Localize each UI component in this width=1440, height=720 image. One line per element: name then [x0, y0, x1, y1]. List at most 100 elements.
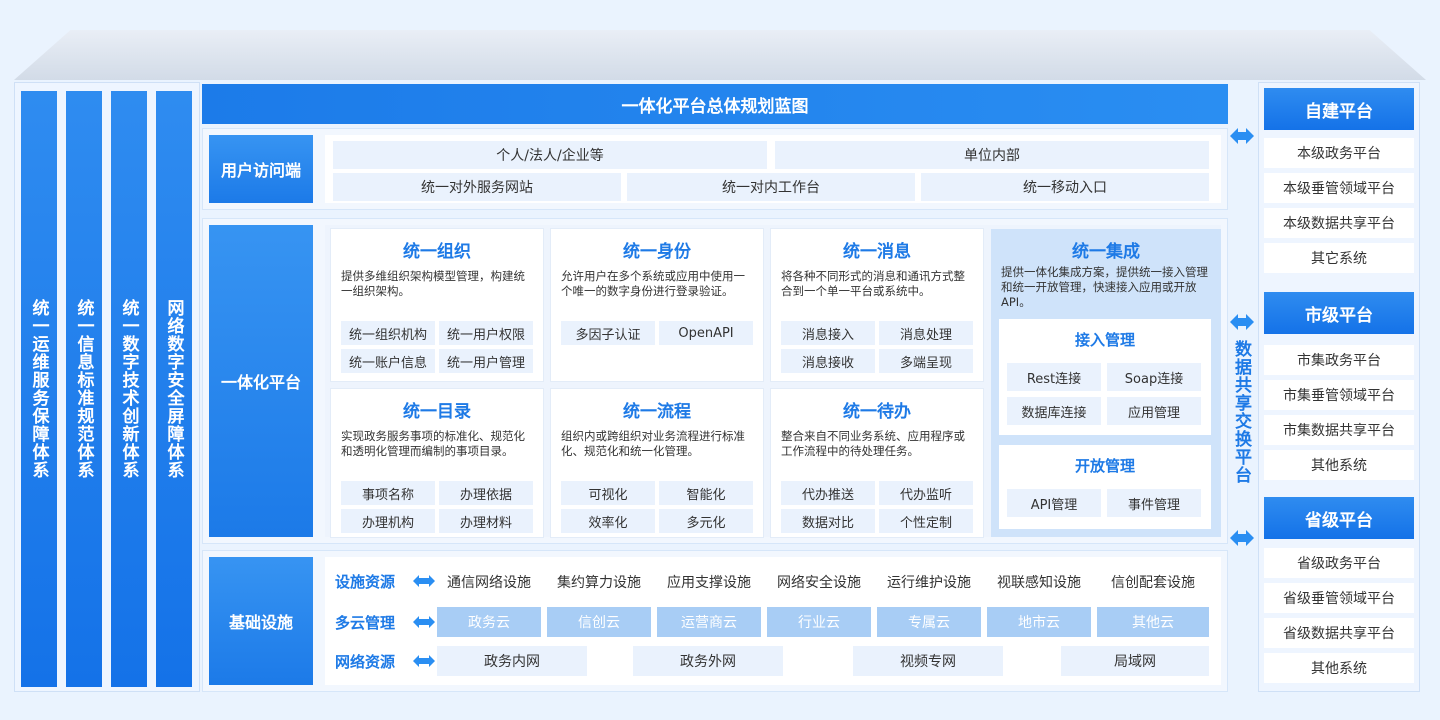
facility-item: 应用支撑设施	[657, 567, 761, 597]
access-management-panel: 接入管理 Rest连接 Soap连接 数据库连接 应用管理	[999, 319, 1211, 435]
chip: 统一用户管理	[439, 349, 533, 373]
integration-desc: 提供一体化集成方案，提供统一接入管理和统一开放管理，快速接入应用或开放API。	[1001, 265, 1208, 309]
network-item: 视频专网	[853, 646, 1003, 676]
chip: 代办监听	[879, 481, 973, 505]
access-bar-website: 统一对外服务网站	[333, 173, 621, 201]
open-management-panel: 开放管理 API管理 事件管理	[999, 445, 1211, 529]
facility-item: 通信网络设施	[437, 567, 541, 597]
city-platform-header: 市级平台	[1264, 292, 1414, 334]
facility-item: 视联感知设施	[987, 567, 1091, 597]
chip: 统一账户信息	[341, 349, 435, 373]
chip: 多端呈现	[879, 349, 973, 373]
card-org-title: 统一组织	[403, 242, 471, 262]
card-identity-title: 统一身份	[623, 242, 691, 262]
chip: 可视化	[561, 481, 655, 505]
platform-label: 一体化平台	[209, 225, 313, 537]
left-pillar-panel: 统一运维服务保障体系 统一信息标准规范体系 统一数字技术创新体系 网络数字安全屏…	[14, 82, 200, 692]
province-item: 省级垂管领域平台	[1264, 583, 1414, 613]
chip: 代办推送	[781, 481, 875, 505]
chip: 智能化	[659, 481, 753, 505]
roof-decoration	[14, 30, 1426, 80]
self-built-platform-header: 自建平台	[1264, 88, 1414, 130]
access-management-title: 接入管理	[1074, 331, 1135, 349]
chip: Rest连接	[1007, 363, 1101, 391]
chip: OpenAPI	[659, 321, 753, 345]
card-todo: 统一待办 整合来自不同业务系统、应用程序或工作流程中的待处理任务。 代办推送 代…	[771, 389, 983, 537]
chip: 多元化	[659, 509, 753, 533]
chip: API管理	[1007, 489, 1101, 517]
card-todo-desc: 整合来自不同业务系统、应用程序或工作流程中的待处理任务。	[781, 429, 965, 458]
card-process: 统一流程 组织内或跨组织对业务流程进行标准化、规范化和统一化管理。 可视化 智能…	[551, 389, 763, 537]
integration-title: 统一集成	[1072, 242, 1140, 262]
access-bar-public: 个人/法人/企业等	[333, 141, 767, 169]
double-arrow-icon	[413, 616, 435, 628]
double-arrow-icon	[1230, 314, 1254, 330]
pillar-ops: 统一运维服务保障体系	[21, 91, 57, 687]
self-built-item: 本级政务平台	[1264, 138, 1414, 168]
network-item: 政务外网	[633, 646, 783, 676]
infrastructure-section: 基础设施 设施资源 通信网络设施 集约算力设施 应用支撑设施 网络安全设施 运行…	[202, 550, 1228, 692]
infrastructure-label: 基础设施	[209, 557, 313, 685]
city-item: 其他系统	[1264, 450, 1414, 480]
facility-item: 集约算力设施	[547, 567, 651, 597]
card-message-desc: 将各种不同形式的消息和通讯方式整合到一个单一平台或系统中。	[781, 269, 965, 298]
access-bar-workbench: 统一对内工作台	[627, 173, 915, 201]
access-bar-internal: 单位内部	[775, 141, 1209, 169]
user-access-section: 用户访问端 个人/法人/企业等 单位内部 统一对外服务网站 统一对内工作台 统一…	[202, 128, 1228, 210]
network-label: 网络资源	[335, 653, 396, 671]
chip: 事件管理	[1107, 489, 1201, 517]
infrastructure-body: 设施资源 通信网络设施 集约算力设施 应用支撑设施 网络安全设施 运行维护设施 …	[325, 557, 1221, 685]
chip: 消息接收	[781, 349, 875, 373]
card-identity: 统一身份 允许用户在多个系统或应用中使用一个唯一的数字身份进行登录验证。 多因子…	[551, 229, 763, 381]
pillar-security: 网络数字安全屏障体系	[156, 91, 192, 687]
network-item: 政务内网	[437, 646, 587, 676]
cloud-item: 行业云	[767, 607, 871, 637]
platform-body: 统一组织 提供多维组织架构模型管理，构建统一组织架构。 统一组织机构 统一用户权…	[325, 225, 1221, 537]
chip: 统一用户权限	[439, 321, 533, 345]
cloud-label: 多云管理	[335, 614, 396, 632]
access-bar-mobile: 统一移动入口	[921, 173, 1209, 201]
facility-item: 运行维护设施	[877, 567, 981, 597]
chip: 多因子认证	[561, 321, 655, 345]
province-item: 省级政务平台	[1264, 548, 1414, 578]
chip: 办理机构	[341, 509, 435, 533]
cloud-item: 信创云	[547, 607, 651, 637]
open-management-title: 开放管理	[1074, 457, 1135, 475]
chip: 应用管理	[1107, 397, 1201, 425]
province-item: 省级数据共享平台	[1264, 618, 1414, 648]
user-access-label: 用户访问端	[209, 135, 313, 203]
card-catalog: 统一目录 实现政务服务事项的标准化、规范化和透明化管理而编制的事项目录。 事项名…	[331, 389, 543, 537]
self-built-item: 本级垂管领域平台	[1264, 173, 1414, 203]
card-org-desc: 提供多维组织架构模型管理，构建统一组织架构。	[341, 269, 525, 298]
cloud-item: 运营商云	[657, 607, 761, 637]
network-item: 局域网	[1061, 646, 1209, 676]
city-item: 市集垂管领域平台	[1264, 380, 1414, 410]
user-access-body: 个人/法人/企业等 单位内部 统一对外服务网站 统一对内工作台 统一移动入口	[325, 135, 1221, 203]
data-exchange-label: 数据共享交换平台	[1231, 340, 1251, 484]
province-platform-header: 省级平台	[1264, 497, 1414, 539]
chip: 消息处理	[879, 321, 973, 345]
chip: Soap连接	[1107, 363, 1201, 391]
chip: 消息接入	[781, 321, 875, 345]
chip: 个性定制	[879, 509, 973, 533]
facility-item: 信创配套设施	[1097, 567, 1209, 597]
chip: 事项名称	[341, 481, 435, 505]
facility-item: 网络安全设施	[767, 567, 871, 597]
chip: 数据库连接	[1007, 397, 1101, 425]
chip: 数据对比	[781, 509, 875, 533]
cloud-item: 专属云	[877, 607, 981, 637]
chip: 办理依据	[439, 481, 533, 505]
city-item: 市集政务平台	[1264, 345, 1414, 375]
double-arrow-icon	[413, 655, 435, 667]
self-built-item: 其它系统	[1264, 243, 1414, 273]
pillar-innovation: 统一数字技术创新体系	[111, 91, 147, 687]
province-item: 其他系统	[1264, 653, 1414, 683]
chip: 效率化	[561, 509, 655, 533]
pillar-standards: 统一信息标准规范体系	[66, 91, 102, 687]
card-catalog-title: 统一目录	[403, 402, 471, 422]
card-process-desc: 组织内或跨组织对业务流程进行标准化、规范化和统一化管理。	[561, 429, 745, 458]
cloud-item: 其他云	[1097, 607, 1209, 637]
card-identity-desc: 允许用户在多个系统或应用中使用一个唯一的数字身份进行登录验证。	[561, 269, 745, 298]
platform-section: 一体化平台 统一组织 提供多维组织架构模型管理，构建统一组织架构。 统一组织机构…	[202, 218, 1228, 544]
city-item: 市集数据共享平台	[1264, 415, 1414, 445]
